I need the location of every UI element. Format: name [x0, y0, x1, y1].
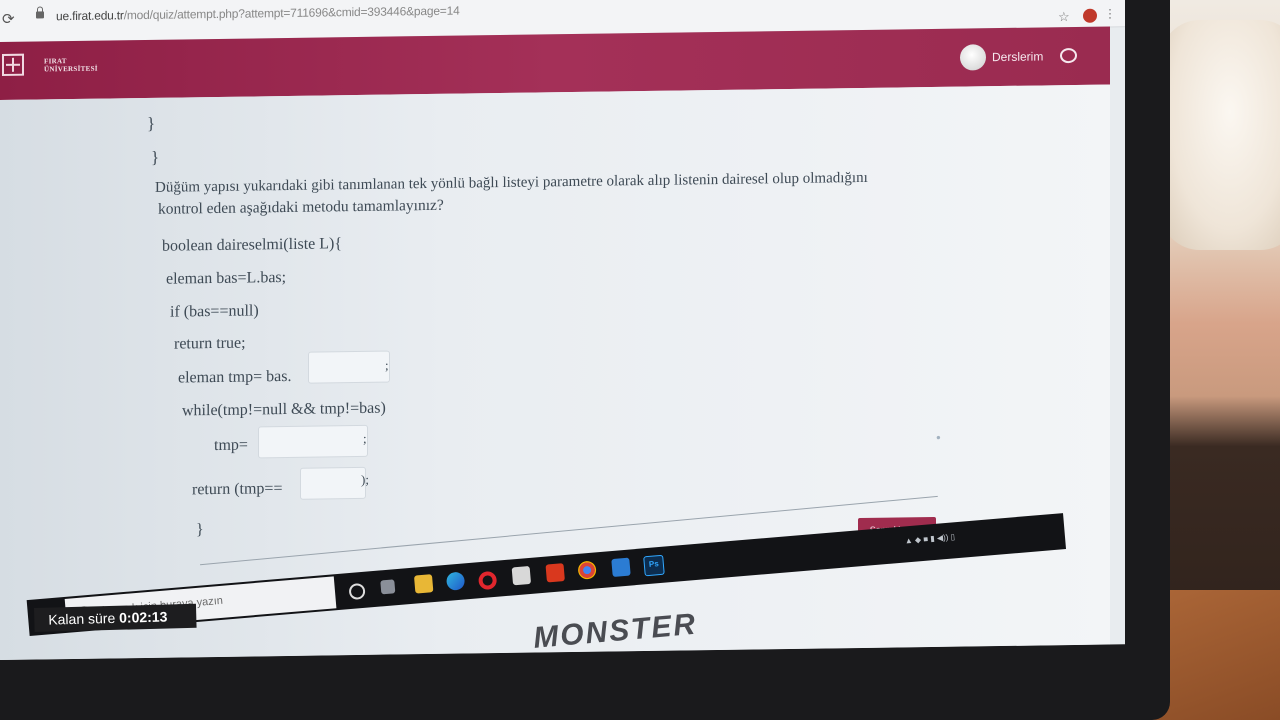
photoshop-icon[interactable]: Ps [643, 554, 665, 577]
remaining-time-badge: Kalan süre 0:02:13 [34, 603, 197, 632]
file-explorer-icon[interactable] [413, 574, 434, 594]
user-avatar[interactable] [960, 44, 986, 71]
code-line-while: while(tmp!=null && tmp!=bas) [182, 399, 386, 420]
code-line-signature: boolean daireselmi(liste L){ [162, 235, 343, 255]
code-closing-paren: ); [361, 471, 369, 487]
pillow [1160, 20, 1280, 250]
code-line-tmp-assign: tmp= [214, 436, 248, 455]
answer-blank-2[interactable] [258, 424, 368, 459]
code-line-return-true: return true; [174, 334, 246, 353]
code-line-bas: eleman bas=L.bas; [166, 269, 287, 288]
code-line-return-check: return (tmp== [192, 480, 283, 499]
url-path: /mod/quiz/attempt.php?attempt=711696&cmi… [123, 3, 460, 23]
question-prompt-line-2: kontrol eden aşağıdaki metodu tamamlayın… [158, 196, 444, 218]
code-brace-outer: } [151, 147, 160, 167]
star-icon[interactable]: ☆ [1058, 9, 1070, 25]
code-line-if: if (bas==null) [170, 302, 259, 321]
code-line-tmp-init: eleman tmp= bas. [178, 367, 292, 387]
mail-icon[interactable] [611, 557, 631, 578]
lock-icon[interactable] [36, 11, 44, 19]
widgets-icon[interactable] [380, 579, 396, 595]
answer-blank-3[interactable] [300, 466, 366, 500]
profile-icon[interactable] [1083, 8, 1097, 23]
remaining-time-value: 0:02:13 [118, 608, 168, 626]
university-logo-icon[interactable] [2, 53, 24, 76]
code-brace-inner: } [147, 113, 156, 133]
chat-icon[interactable] [1060, 47, 1077, 64]
nav-courses-link[interactable]: Derslerim [992, 49, 1043, 64]
code-semicolon-2: ; [363, 430, 367, 446]
url-host: ue.firat.edu.tr [56, 8, 124, 24]
url-text[interactable]: ue.firat.edu.tr/mod/quiz/attempt.php?att… [56, 4, 460, 24]
menu-icon[interactable]: ⋮ [1104, 6, 1116, 20]
logo-line-2: ÜNİVERSİTESİ [44, 64, 98, 74]
cursor-dot-icon: ● [936, 432, 941, 442]
question-prompt-line-1: Düğüm yapısı yukarıdaki gibi tanımlanan … [155, 169, 868, 196]
office-icon[interactable] [545, 563, 565, 583]
reload-icon[interactable]: ⟳ [2, 10, 15, 28]
store-icon[interactable] [511, 565, 532, 586]
answer-blank-1[interactable] [308, 350, 390, 384]
university-logo-text[interactable]: FIRAT ÜNİVERSİTESİ [44, 57, 98, 74]
remaining-time-label: Kalan süre [48, 609, 116, 628]
code-semicolon-1: ; [385, 357, 389, 373]
